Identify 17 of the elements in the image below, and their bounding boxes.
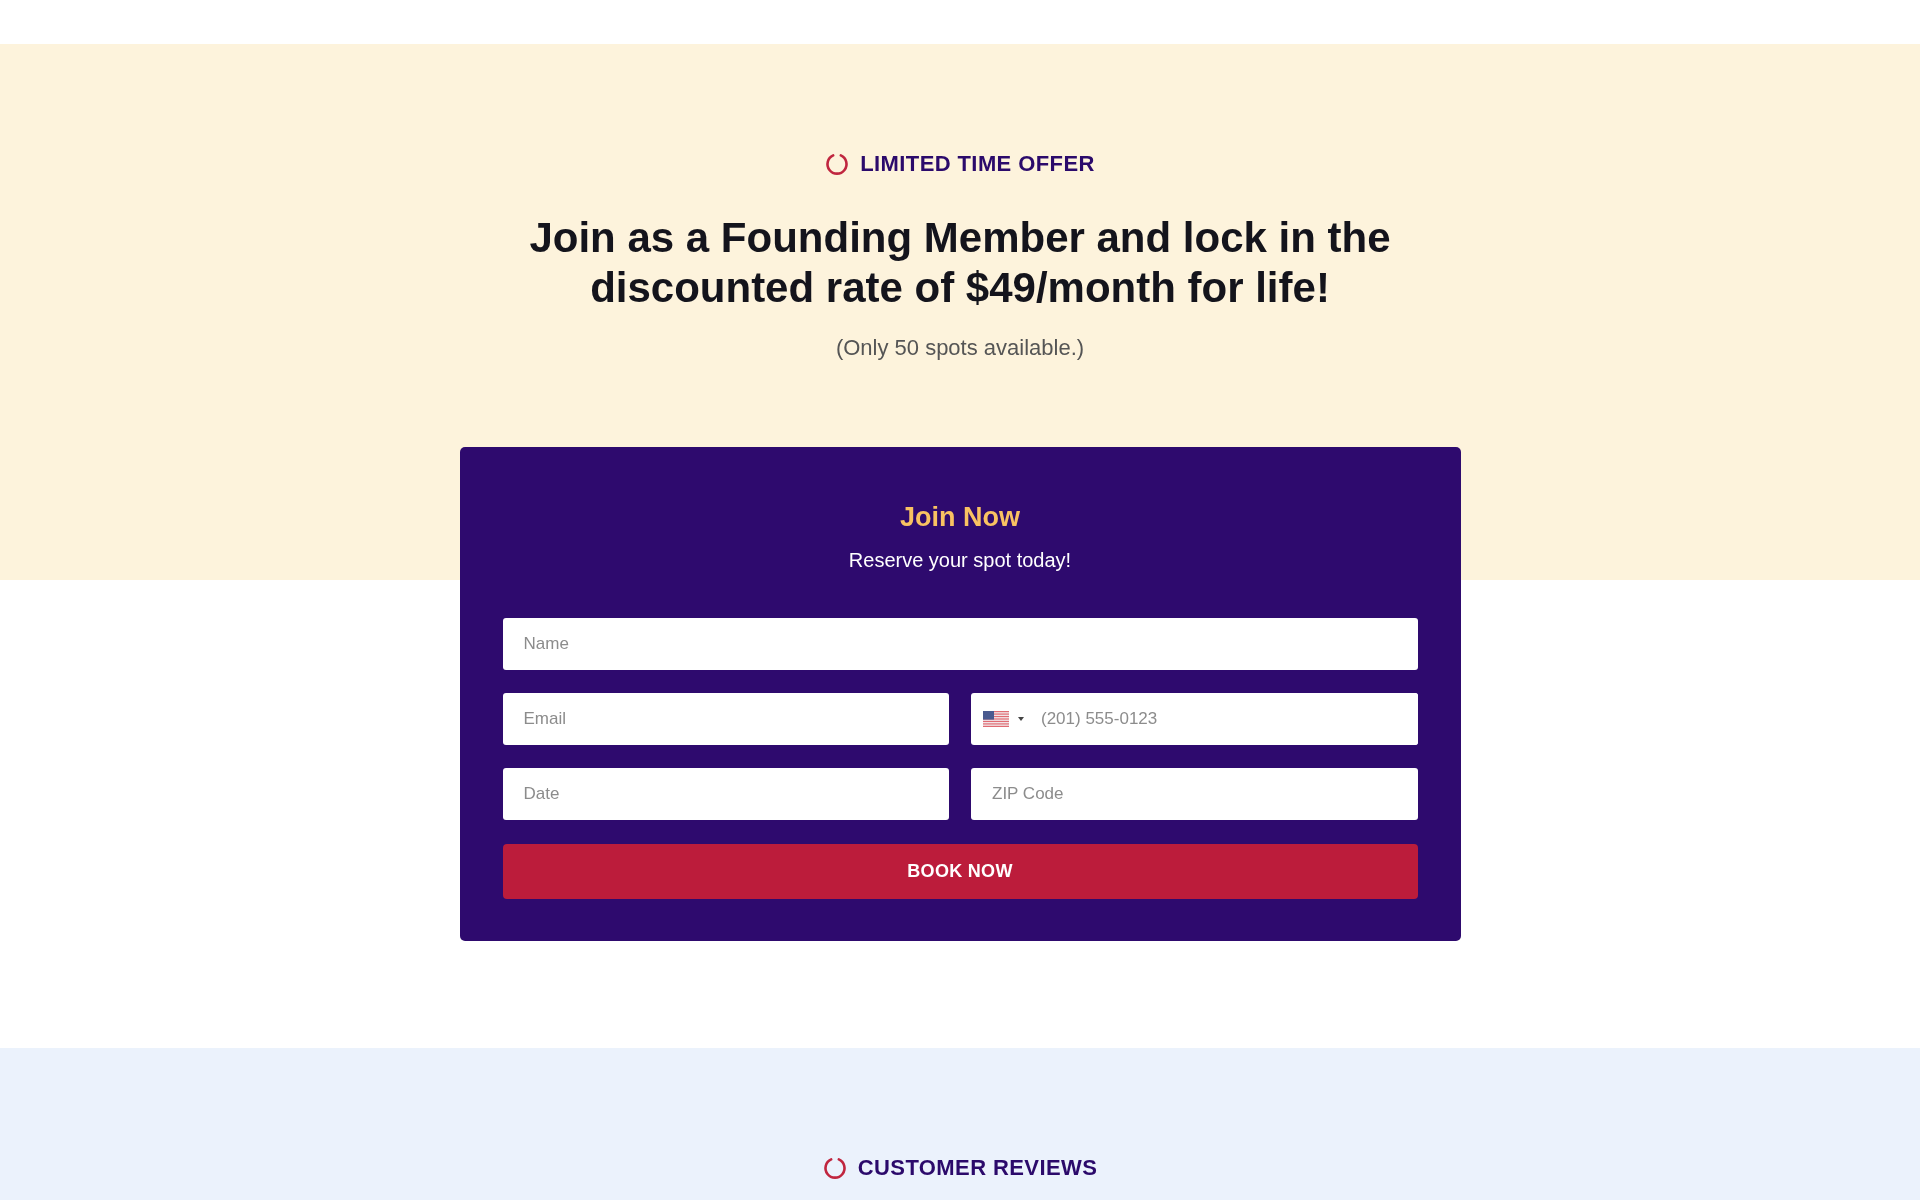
text-field[interactable]: Date [502, 768, 949, 820]
book-button[interactable]: BOOK NOW [502, 844, 1418, 899]
text-field[interactable]: Name [502, 618, 1418, 670]
text-field[interactable]: ZIP Code [971, 768, 1418, 820]
form-subtitle: Reserve your spot today! [847, 548, 1073, 572]
text-field[interactable]: Email [502, 693, 949, 745]
offer-heading: Join as a Founding Member and lock in the discounted rate of $49/month for life! [528, 213, 1392, 313]
availability-note: (Only 50 spots available.) [835, 335, 1085, 361]
ring-icon [822, 1156, 847, 1180]
offer-label: LIMITED TIME OFFER [860, 151, 1095, 177]
caret-icon [1018, 717, 1024, 721]
reviews-label: CUSTOMER REVIEWS [857, 1155, 1098, 1181]
form-title: Join Now [899, 501, 1021, 533]
phone-field[interactable]: (201) 555-0123 [971, 693, 1418, 745]
ring-icon [825, 152, 850, 176]
country-selector[interactable] [983, 711, 1024, 727]
flag-icon [983, 711, 1009, 727]
